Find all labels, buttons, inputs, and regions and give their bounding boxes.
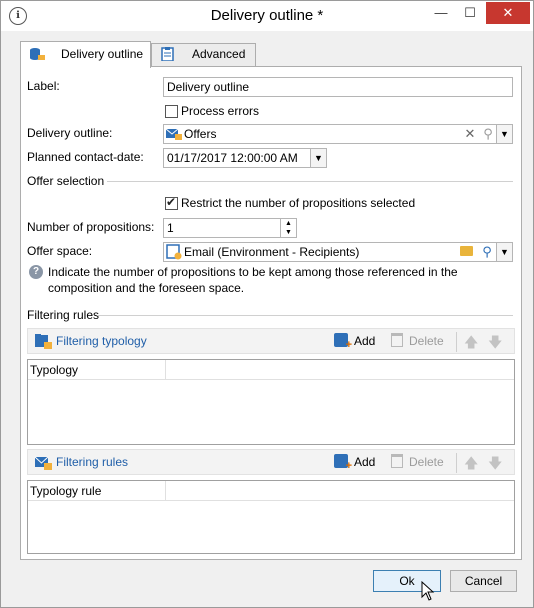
move-down-icon[interactable]: 🡇 <box>488 332 502 356</box>
offer-space-icon <box>166 244 182 260</box>
toolbar-divider <box>456 453 457 473</box>
label-input[interactable]: Delivery outline <box>163 77 513 97</box>
offer-space-input[interactable]: Email (Environment - Recipients) ⚲ ▼ <box>163 242 513 262</box>
filtering-rules-section-title: Filtering rules <box>27 308 100 322</box>
clear-icon[interactable]: ✕ <box>462 126 478 142</box>
move-up-icon[interactable]: 🡅 <box>464 332 478 356</box>
label-field-label: Label: <box>27 79 60 93</box>
tab-label: Advanced <box>192 47 246 61</box>
title-bar[interactable]: ℹ Delivery outline * — ☐ ✕ <box>1 1 533 31</box>
clipboard-icon <box>161 47 174 61</box>
rules-toolbar: Filtering rules Add Delete 🡅 🡇 <box>27 449 515 475</box>
process-errors-label: Process errors <box>181 104 260 118</box>
move-up-icon[interactable]: 🡅 <box>464 453 478 477</box>
add-label: Add <box>354 334 376 348</box>
planned-date-input[interactable]: 01/17/2017 12:00:00 AM ▼ <box>163 148 327 168</box>
tab-panel: Label: Delivery outline Process errors D… <box>20 66 522 560</box>
info-text-line2: composition and the foreseen space. <box>48 281 245 295</box>
toolbar-divider <box>456 332 457 352</box>
minimize-button[interactable]: — <box>427 2 455 24</box>
quantity-stepper[interactable]: ▲ ▼ <box>280 219 296 237</box>
trash-icon <box>391 454 403 468</box>
tab-label: Delivery outline <box>61 47 144 61</box>
delete-typology-button[interactable]: Delete <box>391 333 444 348</box>
help-icon: ? <box>29 265 43 279</box>
tab-advanced[interactable]: Advanced <box>151 43 256 66</box>
num-propositions-label: Number of propositions: <box>27 220 155 234</box>
dialog-window: ℹ Delivery outline * — ☐ ✕ Delivery outl… <box>0 0 534 608</box>
column-header-typology[interactable]: Typology <box>28 360 166 380</box>
num-propositions-value: 1 <box>167 221 174 235</box>
typology-grid[interactable]: Typology <box>27 359 515 445</box>
grid-header: Typology rule <box>28 481 514 501</box>
close-button[interactable]: ✕ <box>486 2 530 24</box>
section-divider <box>107 181 513 182</box>
restrict-propositions-checkbox[interactable] <box>165 195 178 210</box>
typology-toolbar: Filtering typology Add Delete 🡅 🡇 <box>27 328 515 354</box>
stepper-up-icon[interactable]: ▲ <box>281 219 296 228</box>
filtering-typology-link[interactable]: Filtering typology <box>56 334 147 348</box>
num-propositions-input[interactable]: 1 ▲ ▼ <box>163 218 297 238</box>
delivery-outline-value: Offers <box>184 127 217 141</box>
delete-label: Delete <box>409 455 444 469</box>
chevron-down-icon[interactable]: ▼ <box>496 125 512 143</box>
delivery-outline-input[interactable]: Offers ✕ ⚲ ▼ <box>163 124 513 144</box>
delete-label: Delete <box>409 334 444 348</box>
add-icon <box>334 333 352 351</box>
add-rule-button[interactable]: Add <box>334 454 376 472</box>
move-down-icon[interactable]: 🡇 <box>488 453 502 477</box>
restrict-propositions-label: Restrict the number of propositions sele… <box>181 196 416 210</box>
filtering-rules-link[interactable]: Filtering rules <box>56 455 128 469</box>
add-icon <box>334 454 352 472</box>
folder-typology-icon <box>35 334 52 349</box>
chevron-down-icon[interactable]: ▼ <box>496 243 512 261</box>
envelope-icon <box>166 128 182 140</box>
grid-header: Typology <box>28 360 514 380</box>
info-text-line1: Indicate the number of propositions to b… <box>48 265 458 279</box>
cancel-button[interactable]: Cancel <box>450 570 517 592</box>
folder-icon[interactable] <box>460 246 473 256</box>
envelope-rules-icon <box>34 456 52 470</box>
add-label: Add <box>354 455 376 469</box>
trash-icon <box>391 333 403 347</box>
column-header-typology-rule[interactable]: Typology rule <box>28 481 166 501</box>
stepper-down-icon[interactable]: ▼ <box>281 228 296 237</box>
tab-delivery-outline[interactable]: Delivery outline <box>20 41 151 68</box>
planned-date-label: Planned contact-date: <box>27 150 144 164</box>
section-divider <box>97 315 513 316</box>
delivery-outline-label: Delivery outline: <box>27 126 113 140</box>
process-errors-checkbox[interactable] <box>165 105 178 118</box>
search-icon[interactable]: ⚲ <box>480 126 496 142</box>
add-typology-button[interactable]: Add <box>334 333 376 351</box>
search-icon[interactable]: ⚲ <box>479 244 495 260</box>
typology-rule-grid[interactable]: Typology rule <box>27 480 515 554</box>
offer-space-label: Offer space: <box>27 244 93 258</box>
database-icon <box>30 48 45 60</box>
planned-date-value: 01/17/2017 12:00:00 AM <box>167 151 298 165</box>
offer-space-value: Email (Environment - Recipients) <box>184 245 360 259</box>
delete-rule-button[interactable]: Delete <box>391 454 444 469</box>
offer-selection-title: Offer selection <box>27 174 105 188</box>
maximize-button[interactable]: ☐ <box>456 2 484 24</box>
date-dropdown-chevron-icon[interactable]: ▼ <box>310 149 326 167</box>
mouse-pointer-icon <box>421 581 435 601</box>
